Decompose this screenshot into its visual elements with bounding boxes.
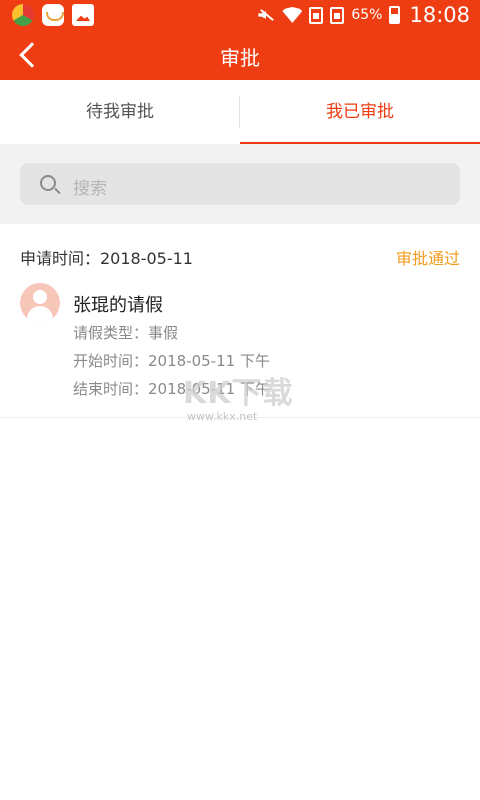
end-time: 结束时间：2018-05-11 下午 — [73, 380, 270, 398]
tab-approved-by-me[interactable]: 我已审批 — [240, 80, 480, 144]
header-bar: 审批 — [0, 30, 480, 80]
chrome-icon — [12, 4, 34, 26]
search-placeholder: 搜索 — [73, 179, 107, 199]
status-bar: 65% 18:08 — [0, 0, 480, 30]
search-area: 搜索 — [0, 144, 480, 224]
start-time: 开始时间：2018-05-11 下午 — [73, 352, 270, 370]
search-icon — [40, 175, 56, 191]
apply-time: 申请时间：2018-05-11 — [20, 249, 193, 268]
gallery-icon — [72, 4, 94, 26]
avatar — [20, 283, 60, 323]
search-input[interactable]: 搜索 — [20, 163, 460, 205]
tab-divider — [239, 96, 240, 128]
leave-type: 请假类型：事假 — [73, 324, 179, 342]
wifi-icon — [282, 7, 303, 23]
battery-percentage: 65% — [351, 7, 383, 23]
avatar-body — [27, 306, 53, 323]
approval-record[interactable]: 申请时间：2018-05-11 审批通过 张琨的请假 请假类型：事假 开始时间：… — [0, 224, 480, 418]
tab-bar: 待我审批 我已审批 — [0, 80, 480, 144]
system-indicators: 65% 18:08 — [257, 3, 470, 27]
sim-icon — [309, 6, 324, 24]
store-icon — [42, 4, 64, 26]
status-badge: 审批通过 — [395, 249, 460, 268]
mute-icon — [257, 7, 275, 23]
notification-icons — [12, 4, 94, 26]
record-title: 张琨的请假 — [73, 295, 163, 316]
battery-icon — [389, 6, 401, 24]
sim-icon — [330, 6, 345, 24]
clock: 18:08 — [409, 3, 470, 27]
tab-pending-approval[interactable]: 待我审批 — [0, 80, 240, 144]
page-title: 审批 — [220, 46, 260, 70]
avatar-head — [33, 290, 47, 304]
